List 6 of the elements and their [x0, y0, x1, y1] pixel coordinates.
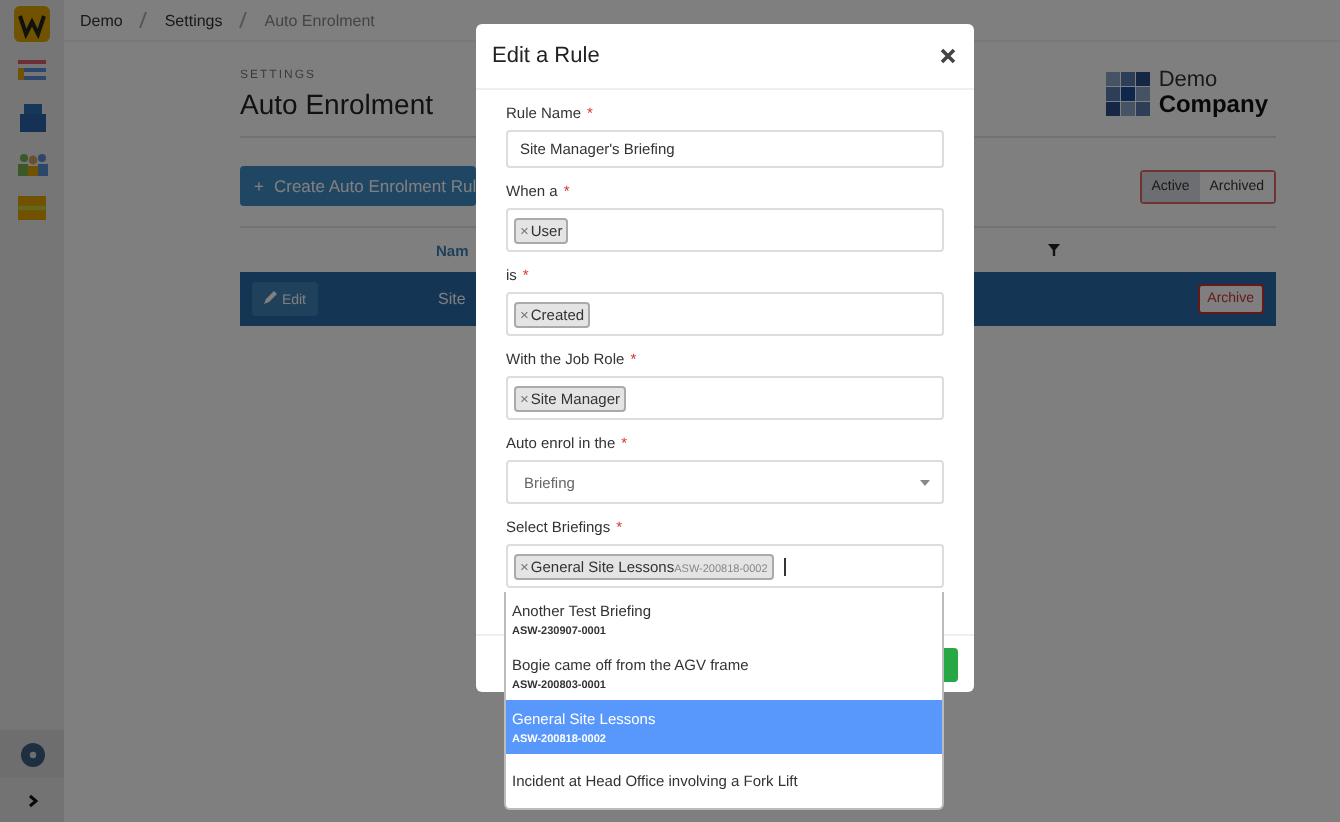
logo-text: Company [1158, 92, 1268, 116]
modal-title: Edit a Rule [492, 44, 600, 68]
breadcrumb-item: Auto Enrolment [264, 11, 375, 29]
table-cell: Site [438, 290, 466, 308]
logo-text: Demo [1158, 70, 1220, 92]
page-title: Auto Enrolment [240, 88, 433, 120]
